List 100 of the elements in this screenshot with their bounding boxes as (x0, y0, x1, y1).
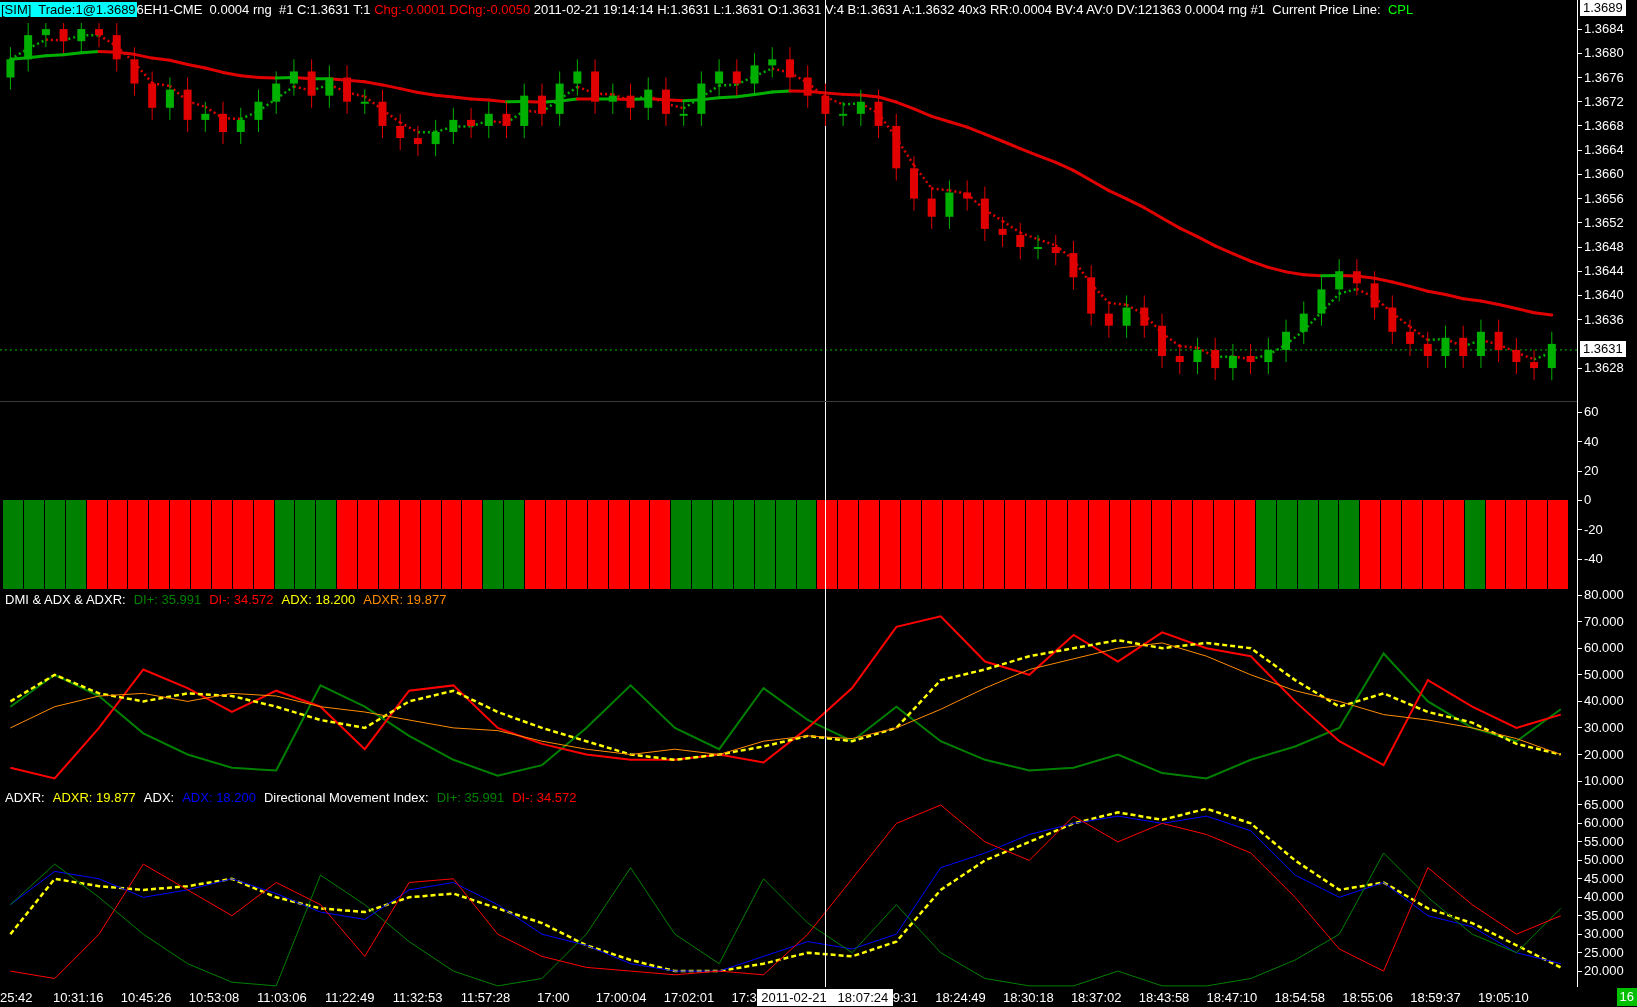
legend-label: DI-: 34.572 (512, 790, 577, 806)
candlestick (325, 64, 334, 109)
candlestick (165, 77, 174, 121)
candlestick (980, 186, 989, 242)
candlestick (77, 22, 86, 54)
candlestick (856, 89, 865, 127)
candlestick (1140, 294, 1149, 339)
candlestick (839, 101, 848, 127)
candlestick (874, 89, 883, 139)
candlestick (910, 155, 918, 212)
candlestick (360, 89, 369, 115)
candlestick (608, 83, 617, 115)
candlestick (148, 70, 157, 121)
time-label: 17:3 (731, 989, 757, 1006)
candlestick (1388, 294, 1397, 345)
candlestick (431, 119, 440, 157)
candlestick (1104, 301, 1113, 339)
candlestick (1441, 325, 1450, 369)
candlestick (1158, 313, 1166, 369)
candlestick (1282, 319, 1291, 363)
candlestick (95, 22, 103, 48)
time-label: 18:30:18 (1003, 989, 1054, 1006)
time-label: 18:24:49 (935, 989, 986, 1006)
cursor-time-label: 2011-02-21 18:07:24 (756, 989, 893, 1006)
time-label: 17:00:04 (595, 989, 647, 1006)
candlestick (1087, 264, 1096, 327)
time-label: 11:57:28 (460, 989, 511, 1006)
candlestick (732, 58, 741, 97)
time-label: 10:45:26 (120, 989, 172, 1006)
candlestick (821, 83, 830, 127)
candlestick (24, 22, 33, 72)
time-label: 19:05:10 (1478, 989, 1529, 1006)
candlestick (697, 70, 706, 127)
time-label: 18:55:06 (1342, 989, 1393, 1006)
candlestick (785, 46, 794, 91)
candlestick (1016, 222, 1025, 260)
candlestick (1459, 325, 1468, 369)
legend-label: ADX: 18.200 (281, 592, 356, 608)
legend-label: ADXR: 19.877 (363, 592, 447, 608)
time-label: 18:37:02 (1070, 989, 1122, 1006)
candlestick (254, 89, 263, 133)
candlestick (130, 46, 139, 97)
legend-label: ADX: (143, 790, 175, 806)
candlestick (272, 70, 281, 115)
candlestick (1370, 270, 1379, 321)
candlestick (1193, 337, 1202, 375)
candlestick (1175, 343, 1184, 375)
candlestick (945, 179, 954, 230)
candlestick (679, 101, 688, 127)
candlestick (661, 77, 670, 127)
legend-label: ADXR: 19.877 (52, 790, 136, 806)
legend-label: DI+: 35.991 (436, 790, 505, 806)
candlestick (1122, 294, 1131, 339)
candlestick (1406, 319, 1415, 357)
time-label: 10:53:08 (188, 989, 240, 1006)
time-label: 18:54:58 (1274, 989, 1326, 1006)
candlestick (963, 179, 972, 212)
candlestick (1352, 258, 1361, 296)
bar-count-label: 16 (1616, 988, 1637, 1006)
time-label: 25:42 (0, 989, 33, 1006)
candlestick (6, 46, 15, 91)
candlestick (1547, 331, 1556, 381)
candlestick (1051, 234, 1060, 266)
time-label: 17:02:01 (663, 989, 715, 1006)
time-label: 11:32:53 (392, 989, 443, 1006)
candlestick (591, 58, 600, 115)
candlestick (1476, 319, 1485, 369)
candlestick (1228, 343, 1237, 381)
current-price-label: 1.3631 (1580, 340, 1626, 357)
candlestick (1530, 349, 1539, 381)
status-text: 6EH1-CME 0.0004 rng #1 C:1.3631 T:1 (136, 2, 372, 17)
candlestick (41, 22, 50, 48)
status-text: CPL (1387, 2, 1414, 17)
legend-label: DMI & ADX & ADXR: (5, 592, 126, 608)
time-label: 9:31 (892, 989, 919, 1006)
legend-label: ADXR: (5, 790, 45, 806)
candlestick (307, 58, 316, 109)
legend-label: ADX: 18.200 (182, 790, 256, 806)
account-badge: [SIM] Trade:1@1.3689 (0, 2, 137, 17)
candlestick (1034, 234, 1042, 260)
candlestick (236, 107, 245, 145)
candlestick (112, 22, 121, 72)
candlestick (1512, 337, 1521, 375)
candlestick (413, 125, 422, 157)
candlestick (803, 64, 812, 109)
time-label: 18:43:58 (1138, 989, 1190, 1006)
status-text: 2011-02-21 19:14:14 H:1.3631 L:1.3631 O:1.3631 V:4 B:1.3631 A:1.3632 40x3 RR:0.0004 BV:4 AV:0 DV:121363 0.0004 rng #1 Current Price Line: (533, 2, 1382, 17)
candlestick (1211, 337, 1220, 381)
candlestick (449, 107, 458, 145)
candlestick (219, 101, 228, 145)
candlestick (1335, 258, 1344, 302)
candlestick (467, 107, 476, 139)
candlestick (927, 186, 936, 230)
candlestick (183, 77, 192, 133)
candlestick (1423, 331, 1432, 369)
candlestick (289, 58, 298, 97)
candlestick (520, 83, 529, 139)
time-label: 11:03:06 (257, 989, 307, 1006)
candlestick (998, 216, 1007, 248)
candlestick (573, 58, 582, 97)
